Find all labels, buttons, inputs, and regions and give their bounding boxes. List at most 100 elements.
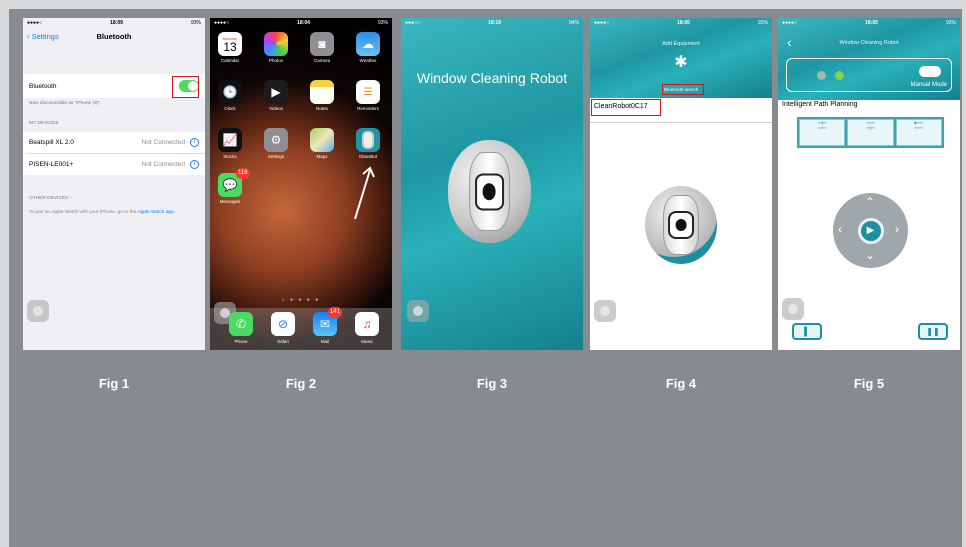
info-icon[interactable]: i: [190, 138, 199, 147]
assistive-touch-icon[interactable]: [407, 300, 429, 322]
other-devices-header: OTHER DEVICES ◌: [29, 196, 73, 201]
my-devices-header: MY DEVICES: [29, 121, 59, 126]
page-title: Window Cleaning Robot: [839, 40, 899, 46]
status-indicator: [835, 71, 844, 80]
app-label: Maps: [316, 154, 328, 159]
status-bar: ●●●●○ 18:05 93%: [778, 18, 960, 28]
device-row[interactable]: Beatspill XL 2.0 Not Connected i: [23, 132, 205, 153]
dock-label: Mail: [320, 339, 330, 344]
device-status: Not Connected: [141, 161, 185, 168]
path-mode-selector: ═╪═ ═══ ═══ ═╪═ ▶══ ═══: [797, 117, 944, 148]
caption-fig3: Fig 3: [476, 376, 508, 391]
calendar-app-icon[interactable]: Monday 13: [218, 32, 242, 56]
battery-level: 94%: [568, 20, 579, 26]
glassbot-app-icon[interactable]: [356, 128, 380, 152]
settings-app-icon[interactable]: ⚙: [264, 128, 288, 152]
messages-badge: 118: [236, 168, 250, 179]
status-bar: ●●●○○ 18:19 94%: [401, 18, 583, 28]
signal-indicator: ●●●●○: [27, 20, 43, 26]
fig5-phone-screen: ●●●●○ 18:05 93% ‹ Window Cleaning Robot …: [778, 18, 960, 350]
status-bar: ●●●●○ 18:04 93%: [210, 18, 392, 28]
phone-app-icon[interactable]: ✆: [229, 312, 253, 336]
videos-app-icon[interactable]: ▶: [264, 80, 288, 104]
robot-image: [448, 140, 531, 243]
fig1-phone-screen: ●●●●○ 18:09 93% ‹ Settings Bluetooth Blu…: [23, 18, 205, 350]
safari-app-icon[interactable]: ⊘: [271, 312, 295, 336]
direction-pad: ⌃ ⌄ ‹ › ▶: [833, 193, 908, 268]
path-mode-z-pattern-icon[interactable]: ═╪═ ═══: [799, 119, 846, 146]
status-time: 18:04: [297, 20, 310, 26]
play-button[interactable]: ▶: [857, 217, 884, 244]
status-bar: ●●●●○ 18:09 93%: [23, 18, 205, 28]
page-dots: ⌕ ● ● ● ●: [281, 297, 321, 303]
app-label: Calendar: [220, 58, 240, 63]
app-label: Reminders: [357, 106, 379, 111]
app-label: Weather: [359, 58, 377, 63]
device-name: Beatspill XL 2.0: [29, 139, 74, 146]
left-arrow-icon[interactable]: ‹: [838, 222, 842, 236]
down-arrow-icon[interactable]: ⌄: [865, 248, 875, 262]
divider: [590, 122, 772, 123]
page-title: Add Equipment: [662, 41, 700, 47]
highlight-box: [591, 99, 661, 116]
manual-mode-toggle[interactable]: [919, 66, 941, 77]
path-mode-edge-icon[interactable]: ▶══ ═══: [895, 119, 942, 146]
notes-app-icon[interactable]: [310, 80, 334, 104]
bluetooth-label: Bluetooth: [29, 82, 57, 90]
apple-watch-link[interactable]: Apple Watch app.: [137, 210, 175, 215]
highlight-box: [172, 76, 199, 98]
info-icon[interactable]: i: [190, 160, 199, 169]
assistive-touch-icon[interactable]: [782, 298, 804, 320]
pair-watch-text: To pair an Apple Watch with your iPhone,…: [29, 210, 176, 215]
highlight-box: [662, 84, 704, 95]
maps-app-icon[interactable]: [310, 128, 334, 152]
assistive-touch-icon[interactable]: [27, 300, 49, 322]
app-label: Notes: [316, 106, 328, 111]
weather-app-icon[interactable]: ☁: [356, 32, 380, 56]
app-label: Stocks: [223, 154, 237, 159]
bluetooth-icon[interactable]: ✱: [590, 52, 772, 72]
right-border: [962, 0, 966, 547]
app-label: Clock: [224, 106, 236, 111]
robot-image: [645, 186, 717, 264]
top-border: [0, 0, 966, 9]
left-border: [0, 0, 9, 547]
arrow-annotation: [354, 166, 375, 220]
mode-panel: Manual Mode: [786, 58, 952, 92]
assistive-touch-icon[interactable]: [594, 300, 616, 322]
dock-label: Phone: [234, 339, 248, 344]
clock-app-icon[interactable]: 🕒: [218, 80, 242, 104]
stocks-app-icon[interactable]: 📈: [218, 128, 242, 152]
signal-indicator: ●●●●○: [214, 20, 230, 26]
app-label: GlassBot: [358, 154, 378, 159]
splash-title: Window Cleaning Robot: [416, 70, 568, 86]
start-button[interactable]: ▌: [792, 323, 822, 340]
app-label: Videos: [269, 106, 283, 111]
battery-level: 93%: [757, 20, 768, 26]
status-time: 18:05: [677, 20, 690, 26]
right-arrow-icon[interactable]: ›: [895, 222, 899, 236]
app-label: Messages: [219, 199, 241, 204]
mail-badge: 141: [328, 307, 343, 318]
caption-fig1: Fig 1: [98, 376, 130, 391]
caption-fig4: Fig 4: [665, 376, 697, 391]
caption-fig2: Fig 2: [285, 376, 317, 391]
battery-level: 93%: [190, 20, 201, 26]
music-app-icon[interactable]: ♫: [355, 312, 379, 336]
signal-indicator: ●●●○○: [405, 20, 421, 26]
up-arrow-icon[interactable]: ⌃: [865, 195, 875, 209]
camera-app-icon[interactable]: ◙: [310, 32, 334, 56]
nav-bar: ‹ Settings Bluetooth: [23, 28, 205, 46]
page-title: Bluetooth: [96, 32, 132, 41]
dock-label: Safari: [277, 339, 289, 344]
status-indicator: [817, 71, 826, 80]
reminders-app-icon[interactable]: ☰: [356, 80, 380, 104]
device-name: PISEN-LE001+: [29, 161, 74, 168]
signal-indicator: ●●●●○: [594, 20, 610, 26]
spinner-icon: ◌: [69, 196, 73, 201]
pause-button[interactable]: ❚❚: [918, 323, 948, 340]
device-status: Not Connected: [141, 139, 185, 146]
photos-app-icon[interactable]: [264, 32, 288, 56]
path-mode-n-pattern-icon[interactable]: ═══ ═╪═: [847, 119, 894, 146]
device-row[interactable]: PISEN-LE001+ Not Connected i: [23, 154, 205, 175]
